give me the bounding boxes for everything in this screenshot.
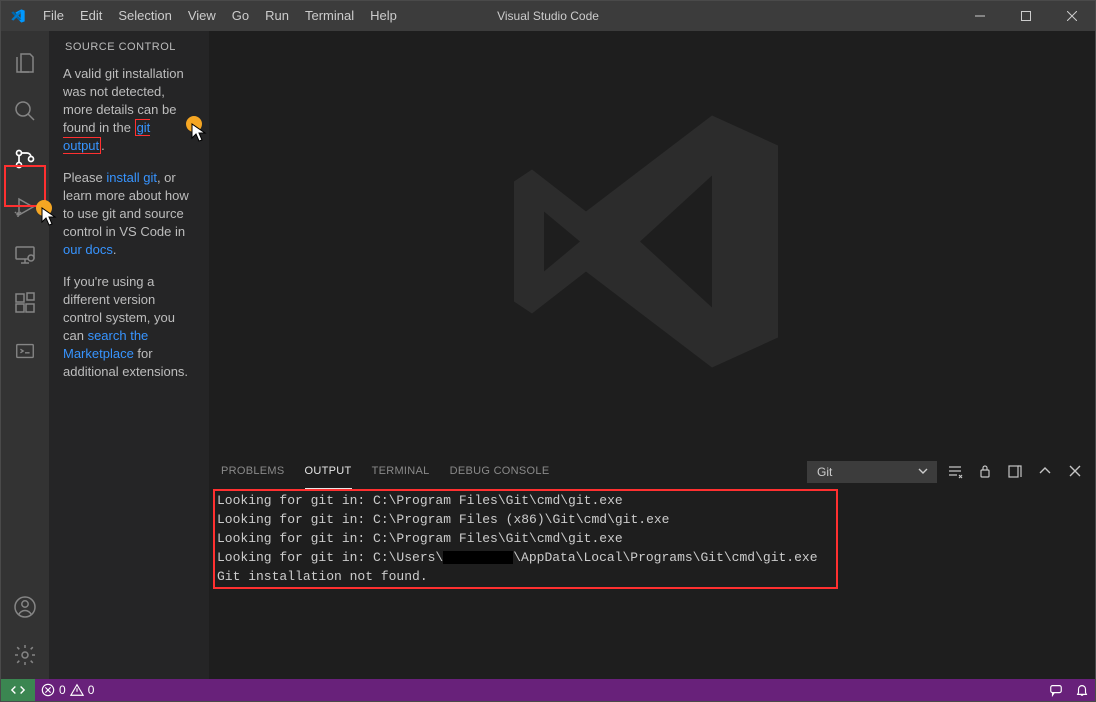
sidebar: SOURCE CONTROL A valid git installation …: [49, 31, 209, 679]
sidebar-title: SOURCE CONTROL: [49, 31, 209, 61]
accounts-icon[interactable]: [1, 583, 49, 631]
text: Please: [63, 170, 106, 185]
text: A valid git installation was not detecte…: [63, 66, 184, 135]
open-log-icon[interactable]: [1007, 463, 1023, 482]
status-errors-count: 0: [59, 683, 66, 697]
menu-run[interactable]: Run: [257, 1, 297, 31]
extensions-icon[interactable]: [1, 279, 49, 327]
status-bell-icon[interactable]: [1069, 679, 1095, 701]
output-line: Git installation not found.: [217, 567, 1087, 586]
output-line: Looking for git in: C:\Program Files (x8…: [217, 510, 1087, 529]
annotation-cursor-pointer: [41, 207, 57, 230]
output-panel[interactable]: Looking for git in: C:\Program Files\Git…: [209, 489, 1095, 679]
search-icon[interactable]: [1, 87, 49, 135]
chevron-down-icon: [917, 465, 929, 480]
status-feedback-icon[interactable]: [1043, 679, 1069, 701]
activity-bar: [1, 31, 49, 679]
minimize-button[interactable]: [957, 1, 1003, 31]
output-channel-select[interactable]: Git: [807, 461, 937, 483]
tab-problems[interactable]: PROBLEMS: [221, 455, 285, 489]
window-controls: [957, 1, 1095, 31]
source-control-icon[interactable]: [1, 135, 49, 183]
vscode-watermark-icon: [502, 91, 802, 394]
text: .: [101, 138, 105, 153]
title-bar: File Edit Selection View Go Run Terminal…: [1, 1, 1095, 31]
panel-tab-bar: PROBLEMS OUTPUT TERMINAL DEBUG CONSOLE G…: [209, 455, 1095, 489]
menu-edit[interactable]: Edit: [72, 1, 110, 31]
annotation-cursor-pointer: [191, 123, 207, 148]
settings-gear-icon[interactable]: [1, 631, 49, 679]
maximize-button[interactable]: [1003, 1, 1049, 31]
output-line: Looking for git in: C:\Program Files\Git…: [217, 491, 1087, 510]
status-warnings-count: 0: [88, 683, 95, 697]
menu-terminal[interactable]: Terminal: [297, 1, 362, 31]
menu-file[interactable]: File: [35, 1, 72, 31]
editor-group: PROBLEMS OUTPUT TERMINAL DEBUG CONSOLE G…: [209, 31, 1095, 679]
status-problems[interactable]: 0 0: [35, 679, 100, 701]
panel-chevron-up-icon[interactable]: [1037, 463, 1053, 482]
our-docs-link[interactable]: our docs: [63, 242, 113, 257]
text: .: [113, 242, 117, 257]
clear-output-icon[interactable]: [947, 463, 963, 482]
vscode-logo: [1, 8, 35, 24]
close-button[interactable]: [1049, 1, 1095, 31]
status-bar: 0 0: [1, 679, 1095, 701]
output-line: Looking for git in: C:\Program Files\Git…: [217, 529, 1087, 548]
menu-view[interactable]: View: [180, 1, 224, 31]
tab-output[interactable]: OUTPUT: [305, 455, 352, 489]
menu-go[interactable]: Go: [224, 1, 257, 31]
editor-area: [209, 31, 1095, 454]
output-channel-value: Git: [817, 465, 832, 479]
explorer-icon[interactable]: [1, 39, 49, 87]
panel-actions: [947, 463, 1083, 482]
menu-bar: File Edit Selection View Go Run Terminal…: [35, 1, 405, 31]
tab-terminal[interactable]: TERMINAL: [372, 455, 430, 489]
remote-explorer-icon[interactable]: [1, 231, 49, 279]
terminal-extra-icon[interactable]: [1, 327, 49, 375]
output-line: Looking for git in: C:\Users\\AppData\Lo…: [217, 548, 1087, 567]
lock-scroll-icon[interactable]: [977, 463, 993, 482]
panel-close-icon[interactable]: [1067, 463, 1083, 482]
tab-debug-console[interactable]: DEBUG CONSOLE: [450, 455, 550, 489]
install-git-link[interactable]: install git: [106, 170, 157, 185]
menu-selection[interactable]: Selection: [110, 1, 179, 31]
bottom-panel: PROBLEMS OUTPUT TERMINAL DEBUG CONSOLE G…: [209, 454, 1095, 679]
menu-help[interactable]: Help: [362, 1, 405, 31]
remote-indicator[interactable]: [1, 679, 35, 701]
source-control-message: A valid git installation was not detecte…: [49, 61, 209, 395]
redacted-text: [443, 551, 513, 564]
